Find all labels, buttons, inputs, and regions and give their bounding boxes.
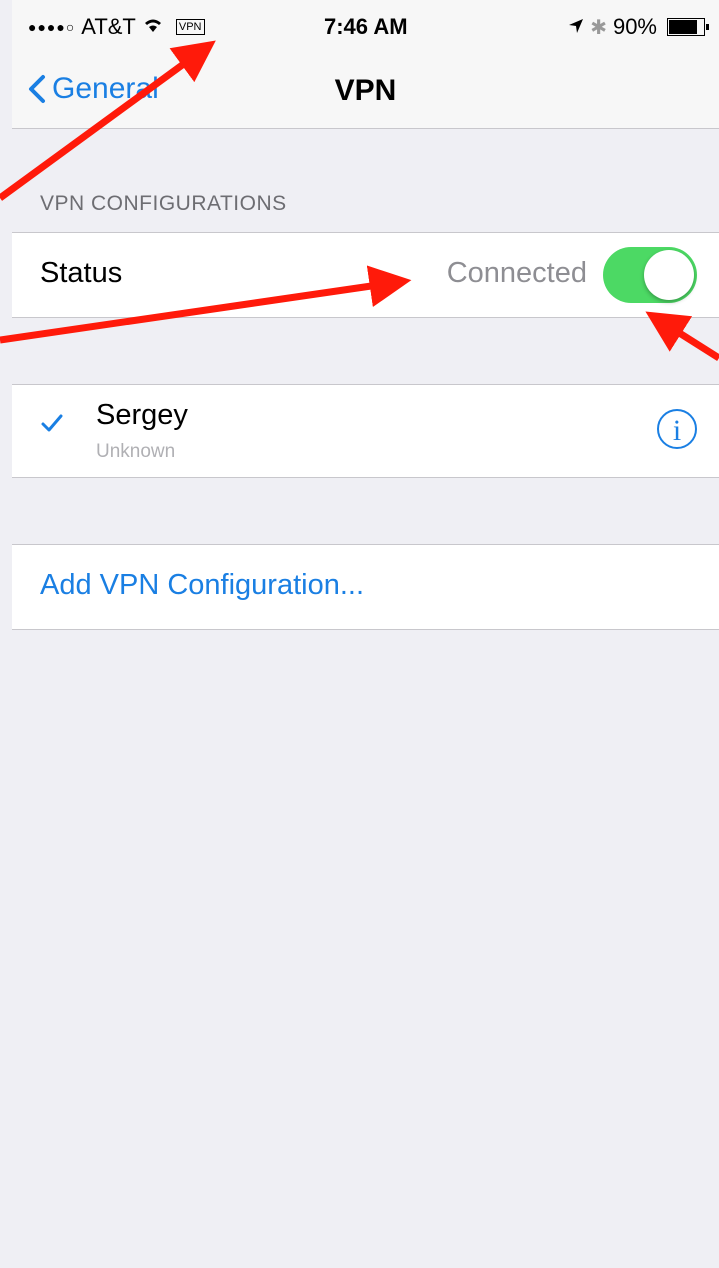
add-vpn-configuration-label: Add VPN Configuration...: [40, 569, 365, 601]
info-icon[interactable]: i: [657, 409, 697, 449]
toggle-knob: [644, 250, 694, 300]
settings-screen: ●●●●○ AT&T VPN 7:46 AM ✱ 90% General VPN…: [12, 0, 719, 1268]
battery-icon: [667, 18, 709, 36]
status-value: Connected: [446, 257, 587, 289]
battery-percentage: 90%: [612, 14, 657, 39]
vpn-config-row[interactable]: Sergey Unknown i: [12, 384, 719, 478]
add-vpn-configuration-button[interactable]: Add VPN Configuration...: [12, 544, 719, 630]
config-subtitle: Unknown: [96, 441, 176, 462]
vpn-toggle[interactable]: [603, 247, 697, 303]
bluetooth-icon: ✱: [590, 16, 607, 39]
status-label: Status: [40, 257, 123, 289]
page-title: VPN: [334, 74, 397, 107]
clock: 7:46 AM: [324, 14, 408, 39]
wifi-icon: [142, 14, 164, 40]
vpn-status-row: Status Connected: [12, 232, 719, 318]
navigation-bar: General VPN: [12, 56, 719, 129]
status-bar: ●●●●○ AT&T VPN 7:46 AM ✱ 90%: [12, 0, 719, 56]
carrier-name: AT&T: [81, 14, 136, 39]
config-name: Sergey: [96, 399, 188, 431]
location-icon: [568, 14, 584, 40]
checkmark-icon: [40, 413, 64, 438]
vpn-status-badge: VPN: [175, 19, 205, 35]
signal-strength-icon: ●●●●○: [28, 19, 76, 35]
section-header: VPN CONFIGURATIONS: [40, 192, 287, 215]
